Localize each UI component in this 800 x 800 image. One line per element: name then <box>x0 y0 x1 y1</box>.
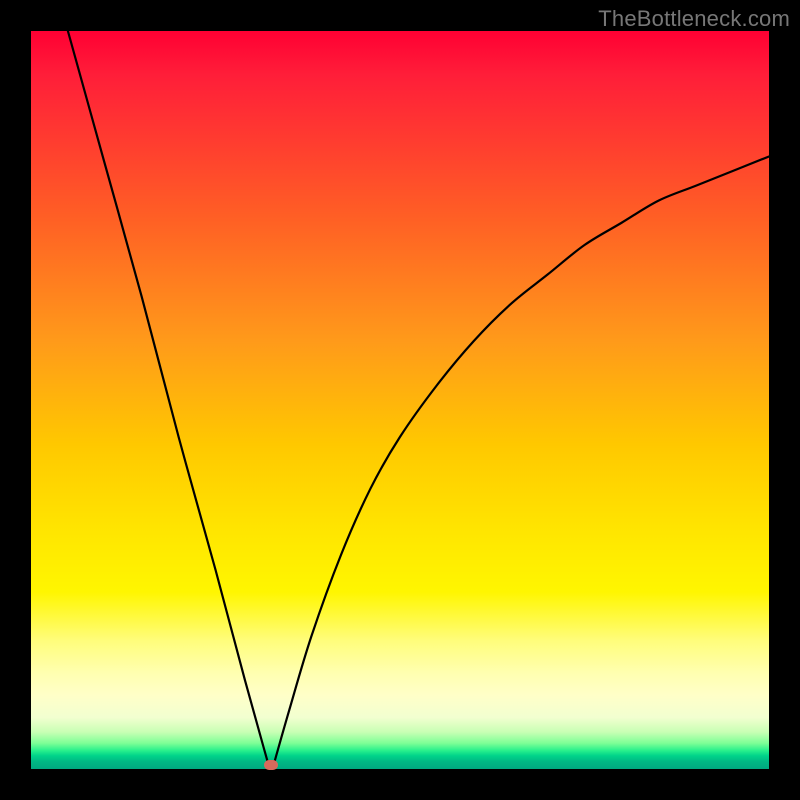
watermark-text: TheBottleneck.com <box>598 6 790 32</box>
bottleneck-curve <box>31 31 769 769</box>
min-marker <box>264 760 278 770</box>
plot-area <box>31 31 769 769</box>
curve-path <box>68 31 769 765</box>
